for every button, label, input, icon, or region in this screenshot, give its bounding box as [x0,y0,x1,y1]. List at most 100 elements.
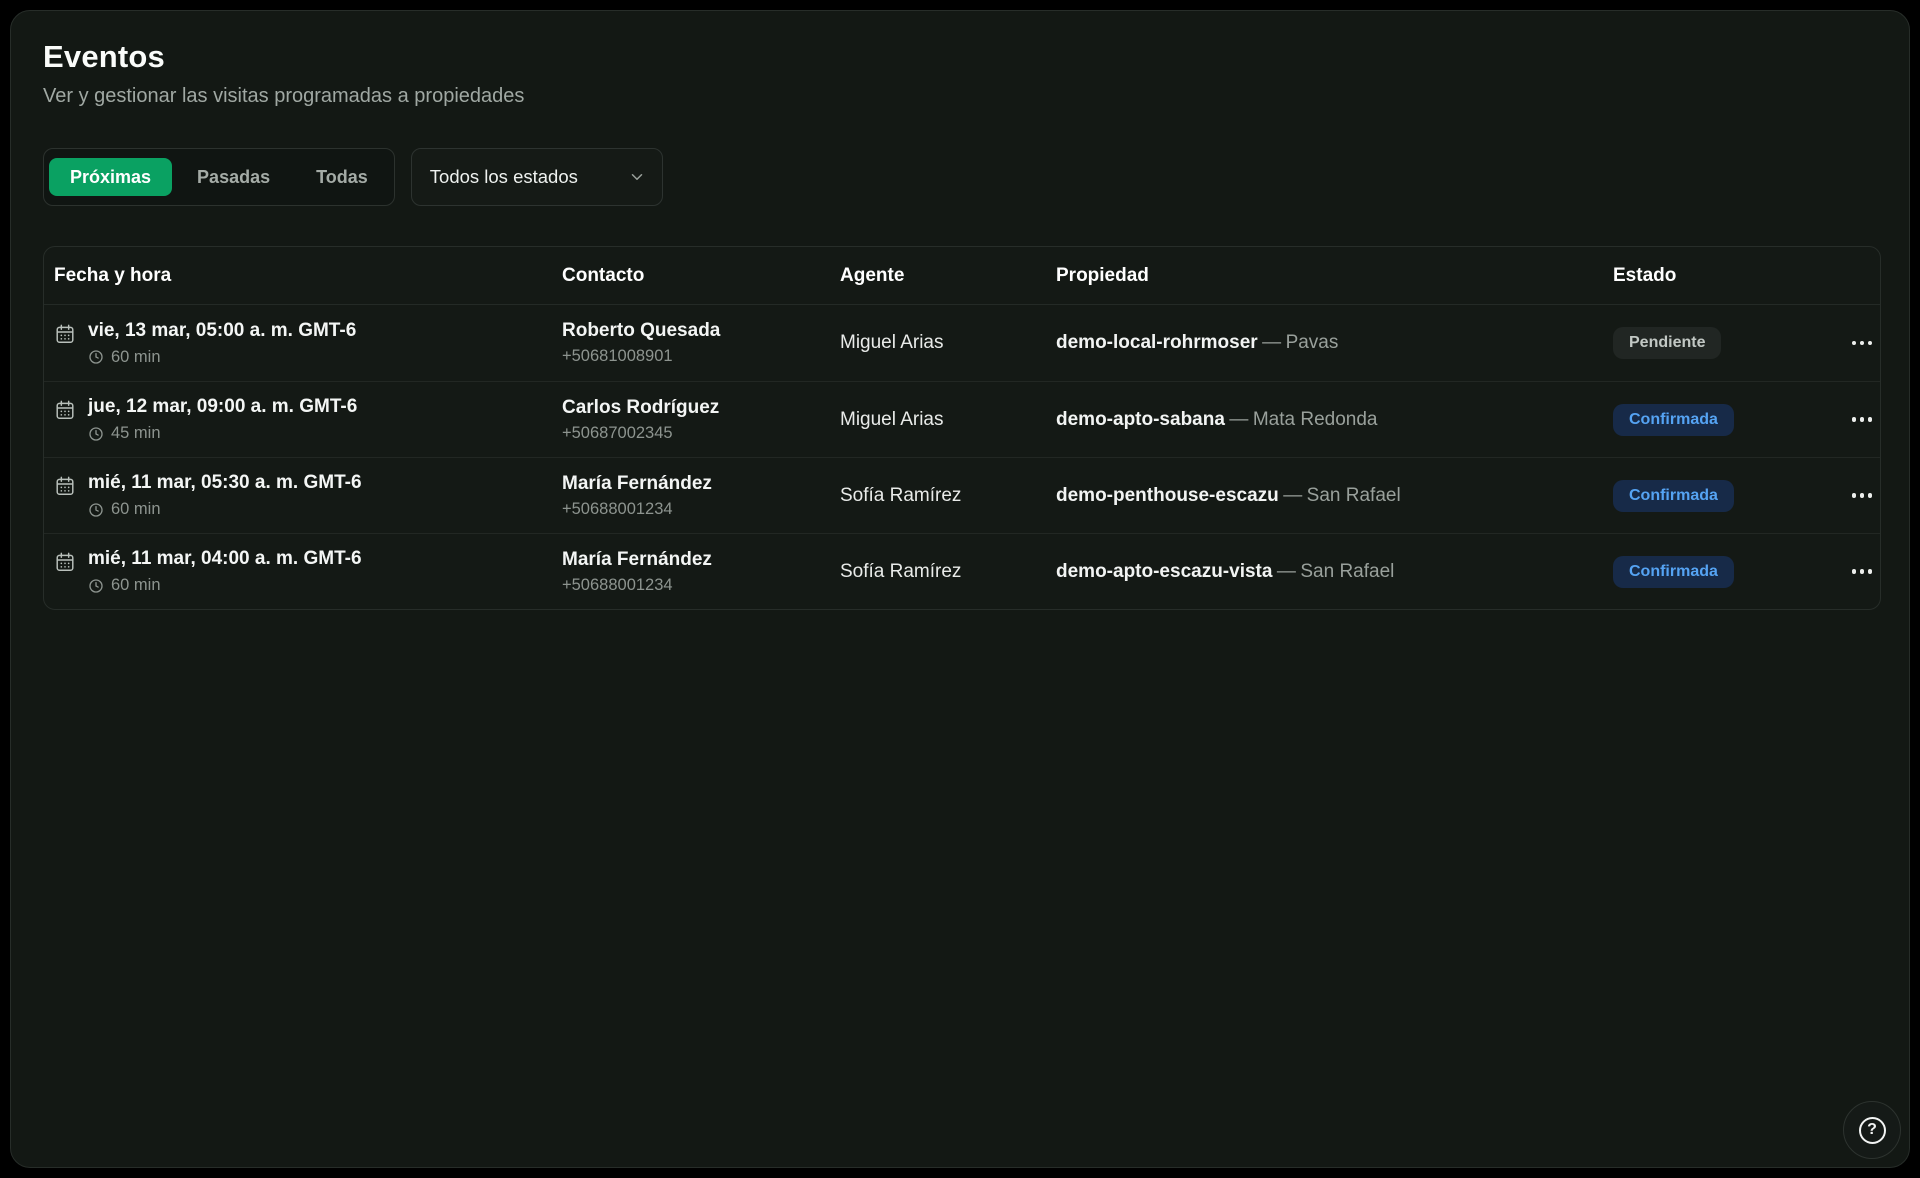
chevron-down-icon [628,168,646,186]
property-separator: — [1277,561,1296,582]
agent-name: Miguel Arias [840,332,944,353]
question-circle-icon: ? [1859,1117,1886,1144]
property-cell: demo-apto-sabana — Mata Redonda [1056,409,1613,431]
column-header-agent: Agente [840,265,1056,287]
status-filter-select[interactable]: Todos los estados [411,148,663,206]
property-cell: demo-local-rohrmoser — Pavas [1056,332,1613,354]
agent-name: Sofía Ramírez [840,485,961,506]
row-actions-button[interactable] [1843,326,1881,360]
ellipsis-icon [1852,417,1857,422]
date-cell: vie, 13 mar, 05:00 a. m. GMT-6 60 min [44,320,562,367]
duration-label: 60 min [111,500,161,519]
contact-name: Roberto Quesada [562,320,840,342]
date-cell: jue, 12 mar, 09:00 a. m. GMT-6 45 min [44,396,562,443]
column-header-status: Estado [1613,265,1842,287]
duration-label: 60 min [111,348,161,367]
page-title: Eventos [43,39,1881,75]
property-separator: — [1229,409,1248,430]
date-cell: mié, 11 mar, 05:30 a. m. GMT-6 60 min [44,472,562,519]
tab-label: Todas [316,167,368,187]
help-button[interactable]: ? [1843,1101,1901,1159]
events-table: Fecha y hora Contacto Agente Propiedad E… [43,246,1881,610]
table-body: vie, 13 mar, 05:00 a. m. GMT-6 60 min Ro… [44,305,1880,609]
actions-cell [1842,326,1881,360]
property-location: San Rafael [1300,561,1394,582]
status-cell: Pendiente [1613,327,1842,359]
page-content: Eventos Ver y gestionar las visitas prog… [11,11,1909,610]
page-subtitle: Ver y gestionar las visitas programadas … [43,85,1881,108]
event-datetime: mié, 11 mar, 04:00 a. m. GMT-6 [88,548,362,570]
status-badge: Confirmada [1613,404,1734,436]
calendar-icon [54,551,76,578]
property-separator: — [1283,485,1302,506]
agent-cell: Sofía Ramírez [840,561,1056,583]
status-filter-selected-value: Todos los estados [430,166,578,188]
row-actions-button[interactable] [1843,479,1881,513]
contact-cell: Roberto Quesada +50681008901 [562,320,840,366]
clock-icon [88,426,104,442]
column-header-date: Fecha y hora [44,265,562,287]
calendar-icon [54,323,76,350]
actions-cell [1842,479,1881,513]
row-actions-button[interactable] [1843,403,1881,437]
table-row: mié, 11 mar, 05:30 a. m. GMT-6 60 min Ma… [44,457,1880,533]
contact-name: Carlos Rodríguez [562,397,840,419]
ellipsis-icon [1852,341,1857,346]
event-duration: 60 min [88,500,362,519]
status-badge: Confirmada [1613,556,1734,588]
calendar-icon [54,399,76,426]
table-header-row: Fecha y hora Contacto Agente Propiedad E… [44,247,1880,305]
event-datetime: mié, 11 mar, 05:30 a. m. GMT-6 [88,472,362,494]
column-header-contact: Contacto [562,265,840,287]
property-name: demo-apto-sabana [1056,409,1225,430]
status-cell: Confirmada [1613,404,1842,436]
tab-label: Próximas [70,167,151,187]
tab-label: Pasadas [197,167,270,187]
clock-icon [88,578,104,594]
tab-group: Próximas Pasadas Todas [43,148,395,206]
duration-label: 45 min [111,424,161,443]
row-actions-button[interactable] [1843,555,1881,589]
event-duration: 45 min [88,424,357,443]
property-location: Mata Redonda [1253,409,1378,430]
event-datetime: vie, 13 mar, 05:00 a. m. GMT-6 [88,320,356,342]
status-badge: Pendiente [1613,327,1721,359]
events-page: Eventos Ver y gestionar las visitas prog… [10,10,1910,1168]
contact-name: María Fernández [562,549,840,571]
actions-cell [1842,403,1881,437]
contact-phone: +50687002345 [562,424,840,443]
agent-cell: Miguel Arias [840,332,1056,354]
property-name: demo-apto-escazu-vista [1056,561,1272,582]
event-duration: 60 min [88,348,356,367]
table-row: vie, 13 mar, 05:00 a. m. GMT-6 60 min Ro… [44,305,1880,381]
contact-cell: María Fernández +50688001234 [562,549,840,595]
ellipsis-icon [1852,569,1857,574]
toolbar: Próximas Pasadas Todas Todos los estados [43,148,1881,206]
table-row: jue, 12 mar, 09:00 a. m. GMT-6 45 min Ca… [44,381,1880,457]
status-cell: Confirmada [1613,556,1842,588]
contact-phone: +50688001234 [562,500,840,519]
agent-name: Sofía Ramírez [840,561,961,582]
clock-icon [88,502,104,518]
agent-cell: Miguel Arias [840,409,1056,431]
duration-label: 60 min [111,576,161,595]
date-cell: mié, 11 mar, 04:00 a. m. GMT-6 60 min [44,548,562,595]
contact-cell: María Fernández +50688001234 [562,473,840,519]
contact-name: María Fernández [562,473,840,495]
property-name: demo-local-rohrmoser [1056,332,1258,353]
event-datetime: jue, 12 mar, 09:00 a. m. GMT-6 [88,396,357,418]
property-cell: demo-penthouse-escazu — San Rafael [1056,485,1613,507]
status-cell: Confirmada [1613,480,1842,512]
property-location: Pavas [1286,332,1339,353]
contact-cell: Carlos Rodríguez +50687002345 [562,397,840,443]
status-badge: Confirmada [1613,480,1734,512]
contact-phone: +50688001234 [562,576,840,595]
tab-proximas[interactable]: Próximas [49,158,172,196]
property-cell: demo-apto-escazu-vista — San Rafael [1056,561,1613,583]
ellipsis-icon [1852,493,1857,498]
tab-todas[interactable]: Todas [295,158,389,196]
agent-name: Miguel Arias [840,409,944,430]
event-duration: 60 min [88,576,362,595]
tab-pasadas[interactable]: Pasadas [176,158,291,196]
clock-icon [88,349,104,365]
